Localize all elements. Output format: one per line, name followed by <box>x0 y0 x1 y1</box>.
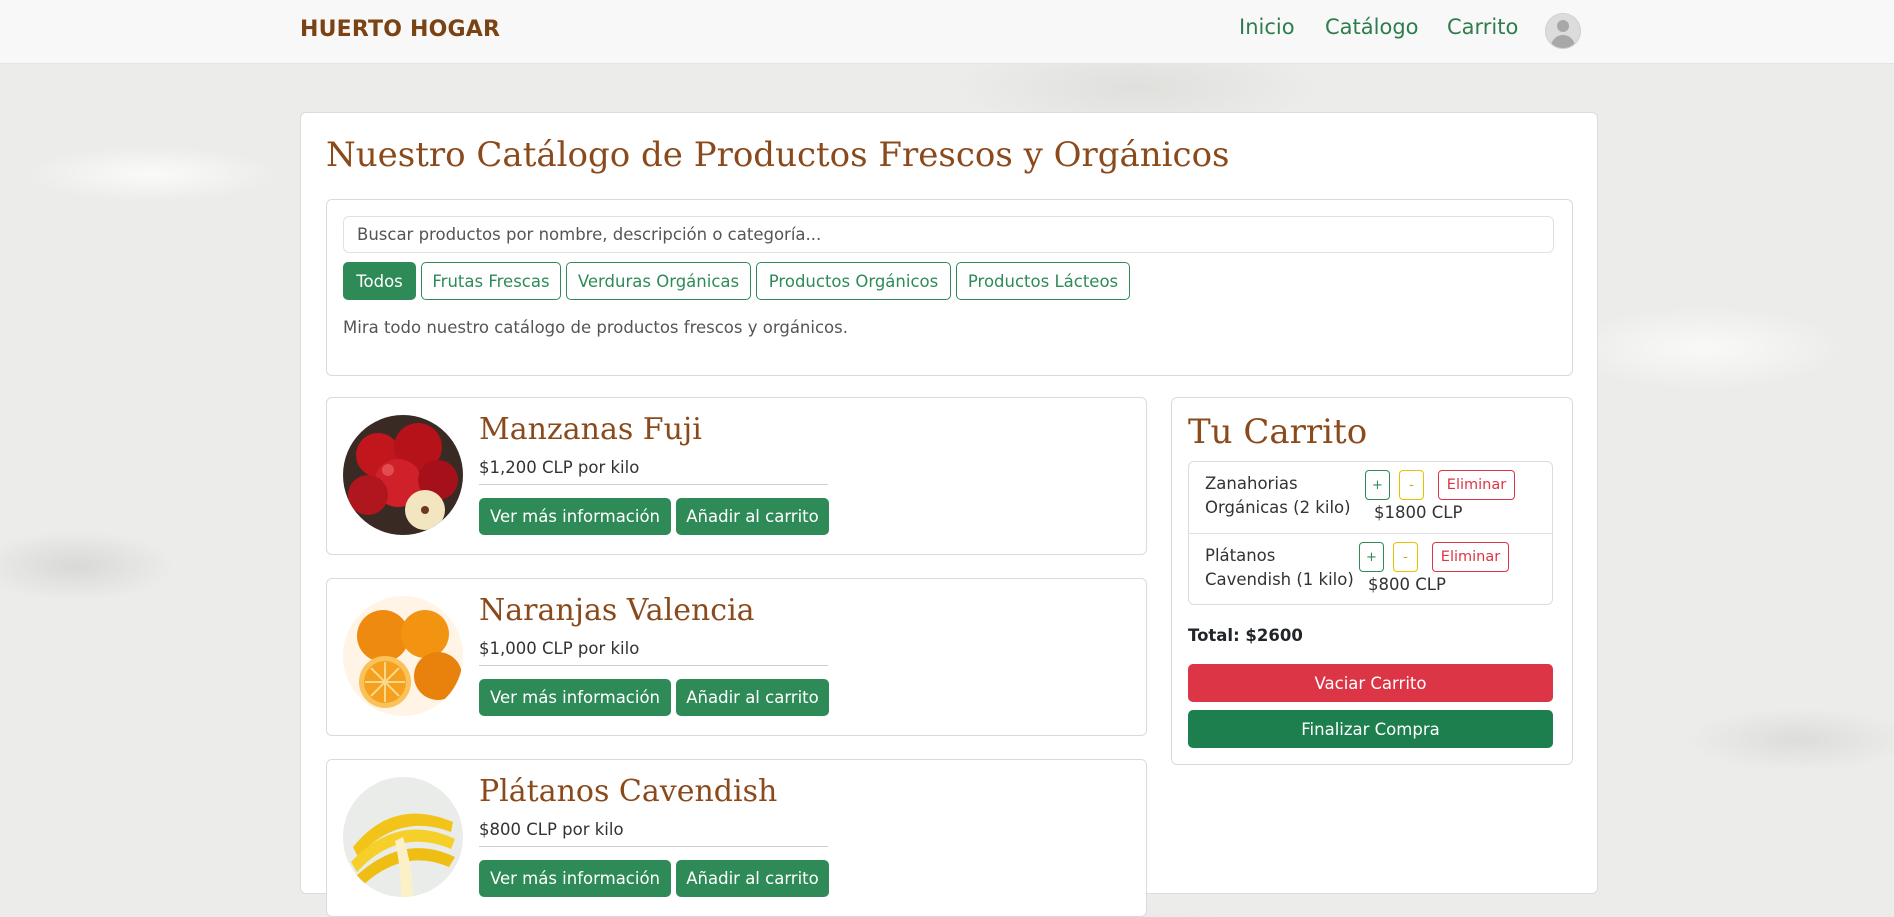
catalog-container: Nuestro Catálogo de Productos Frescos y … <box>300 112 1598 917</box>
clear-cart-button[interactable]: Vaciar Carrito <box>1188 664 1553 702</box>
nav-link-carrito[interactable]: Carrito <box>1447 15 1518 39</box>
brand-logo[interactable]: HUERTO HOGAR <box>300 17 500 42</box>
divider <box>479 665 828 666</box>
bananas-image <box>343 777 463 897</box>
product-card: Plátanos Cavendish $800 CLP por kilo Ver… <box>326 759 1147 917</box>
remove-item-button[interactable]: Eliminar <box>1438 470 1515 500</box>
user-avatar-icon[interactable] <box>1545 13 1581 49</box>
product-price: $1,000 CLP por kilo <box>479 639 640 658</box>
product-card: Manzanas Fuji $1,200 CLP por kilo Ver má… <box>326 397 1147 555</box>
decrease-quantity-button[interactable]: - <box>1393 542 1418 572</box>
category-button-frutas-frescas[interactable]: Frutas Frescas <box>421 262 561 300</box>
category-button-verduras-organicas[interactable]: Verduras Orgánicas <box>566 262 751 300</box>
more-info-button[interactable]: Ver más información <box>479 860 671 897</box>
divider <box>479 846 828 847</box>
checkout-button[interactable]: Finalizar Compra <box>1188 710 1553 748</box>
product-price: $800 CLP por kilo <box>479 820 624 839</box>
divider <box>479 484 828 485</box>
cart-title: Tu Carrito <box>1188 412 1368 452</box>
increase-quantity-button[interactable]: + <box>1359 542 1384 572</box>
category-button-todos[interactable]: Todos <box>343 262 416 300</box>
product-name: Naranjas Valencia <box>479 593 755 628</box>
product-card: Naranjas Valencia $1,000 CLP por kilo Ve… <box>326 578 1147 736</box>
cart-item-price: $800 CLP <box>1368 575 1446 594</box>
add-to-cart-button[interactable]: Añadir al carrito <box>676 679 829 716</box>
filter-card: Todos Frutas Frescas Verduras Orgánicas … <box>326 199 1573 376</box>
cart-panel: Tu Carrito Zanahorias Orgánicas (2 kilo)… <box>1171 397 1573 765</box>
oranges-image <box>343 596 463 716</box>
cart-item-price: $1800 CLP <box>1374 503 1463 522</box>
cart-items-list: Zanahorias Orgánicas (2 kilo) + - Elimin… <box>1188 461 1553 605</box>
product-name: Manzanas Fuji <box>479 412 702 447</box>
search-input[interactable] <box>343 216 1554 253</box>
decrease-quantity-button[interactable]: - <box>1399 470 1424 500</box>
category-button-productos-organicos[interactable]: Productos Orgánicos <box>756 262 951 300</box>
product-price: $1,200 CLP por kilo <box>479 458 640 477</box>
add-to-cart-button[interactable]: Añadir al carrito <box>676 860 829 897</box>
remove-item-button[interactable]: Eliminar <box>1432 542 1509 572</box>
page-title: Nuestro Catálogo de Productos Frescos y … <box>326 135 1230 175</box>
cart-item-name: Plátanos Cavendish (1 kilo) <box>1205 546 1354 589</box>
apples-image <box>343 415 463 535</box>
cart-item: Plátanos Cavendish (1 kilo) + - Eliminar… <box>1189 533 1552 606</box>
cart-item: Zanahorias Orgánicas (2 kilo) + - Elimin… <box>1189 462 1552 534</box>
category-button-productos-lacteos[interactable]: Productos Lácteos <box>956 262 1130 300</box>
more-info-button[interactable]: Ver más información <box>479 498 671 535</box>
cart-total: Total: $2600 <box>1188 626 1303 645</box>
top-navbar: HUERTO HOGAR Inicio Catálogo Carrito <box>0 0 1894 64</box>
more-info-button[interactable]: Ver más información <box>479 679 671 716</box>
increase-quantity-button[interactable]: + <box>1365 470 1390 500</box>
product-name: Plátanos Cavendish <box>479 774 778 809</box>
add-to-cart-button[interactable]: Añadir al carrito <box>676 498 829 535</box>
cart-item-name: Zanahorias Orgánicas (2 kilo) <box>1205 474 1351 517</box>
nav-link-catalogo[interactable]: Catálogo <box>1325 15 1419 39</box>
nav-link-inicio[interactable]: Inicio <box>1239 15 1295 39</box>
category-description: Mira todo nuestro catálogo de productos … <box>343 318 848 337</box>
